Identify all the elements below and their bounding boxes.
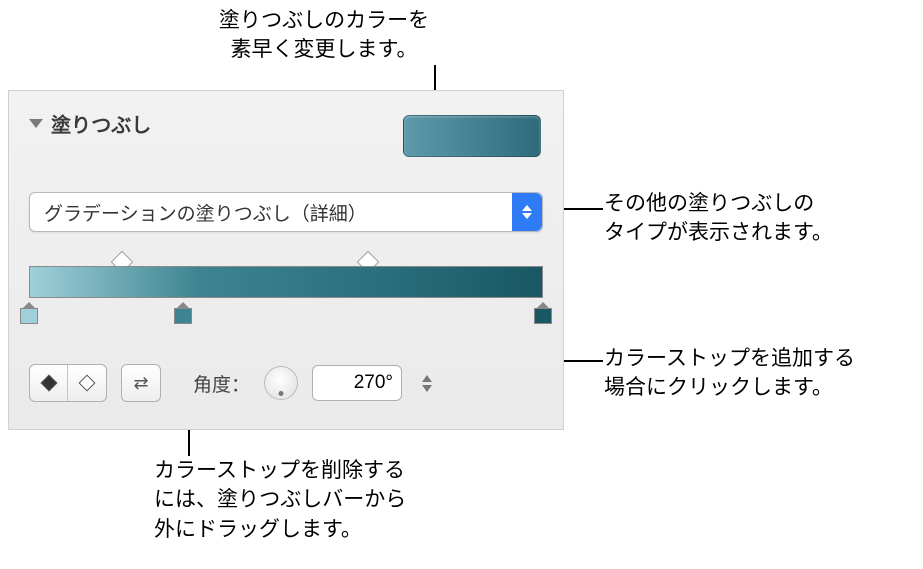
stepper-up-icon[interactable] — [422, 375, 432, 382]
disclosure-triangle-icon[interactable] — [29, 119, 43, 128]
linear-gradient-button[interactable] — [30, 365, 68, 401]
callout-add-stop: カラーストップを追加する場合にクリックします。 — [604, 344, 923, 403]
radial-gradient-button[interactable] — [68, 365, 106, 401]
callout-other-types: その他の塗りつぶしのタイプが表示されます。 — [604, 189, 923, 248]
section-title: 塗りつぶし — [51, 109, 151, 138]
angle-value: 270° — [354, 372, 393, 394]
fill-type-select[interactable]: グラデーションの塗りつぶし（詳細） — [29, 192, 543, 232]
gradient-type-toggle — [29, 364, 107, 402]
swap-icon: ⇄ — [133, 373, 148, 394]
gradient-color-stop[interactable] — [534, 302, 552, 324]
gradient-controls: ⇄ 角度： 270° — [29, 364, 543, 402]
fill-type-value: グラデーションの塗りつぶし（詳細） — [44, 199, 367, 226]
gradient-bar[interactable] — [29, 266, 543, 298]
angle-input[interactable]: 270° — [312, 365, 402, 401]
gradient-color-stop[interactable] — [174, 302, 192, 324]
fill-panel: 塗りつぶし グラデーションの塗りつぶし（詳細） ⇄ — [8, 90, 564, 430]
callout-remove-stop: カラーストップを削除するには、塗りつぶしバーから外にドラッグします。 — [154, 456, 444, 544]
angle-dial[interactable] — [264, 366, 298, 400]
stepper-down-icon[interactable] — [422, 385, 432, 392]
select-arrows-icon[interactable] — [512, 193, 542, 231]
gradient-editor — [29, 260, 543, 320]
angle-label: 角度： — [193, 370, 250, 397]
gradient-color-stop[interactable] — [20, 302, 38, 324]
callout-quick-change: 塗りつぶしのカラーを素早く変更します。 — [194, 6, 454, 65]
angle-stepper[interactable] — [416, 365, 438, 401]
fill-color-well[interactable] — [403, 115, 541, 157]
swap-colors-button[interactable]: ⇄ — [121, 364, 161, 402]
